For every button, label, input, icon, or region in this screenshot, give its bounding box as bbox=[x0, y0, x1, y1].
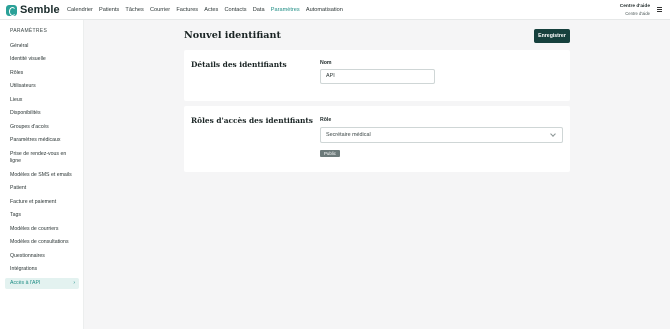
save-button[interactable]: Enregistrer bbox=[534, 29, 570, 43]
sidebar-item-disponibilites[interactable]: Disponibilités bbox=[5, 110, 79, 117]
sidebar-item-utilisateurs[interactable]: Utilisateurs bbox=[5, 83, 79, 90]
sidebar-item-acces-api[interactable]: Accès à l'API › bbox=[5, 278, 79, 289]
sidebar-item-modeles-consultations[interactable]: Modèles de consultations bbox=[5, 239, 79, 246]
nav-item-courrier[interactable]: Courrier bbox=[150, 7, 170, 13]
sidebar-item-prise-rdv-line2[interactable]: ligne bbox=[5, 158, 79, 165]
sidebar-item-modeles-sms[interactable]: Modèles de SMS et emails bbox=[5, 172, 79, 179]
sidebar-item-general[interactable]: Général bbox=[5, 43, 79, 50]
sidebar-item-questionnaires[interactable]: Questionnaires bbox=[5, 253, 79, 260]
role-select[interactable]: Secrétaire médical bbox=[320, 127, 563, 143]
credential-details-card: Détails des identifiants Nom API bbox=[184, 50, 570, 101]
nav-item-data[interactable]: Data bbox=[253, 7, 265, 13]
name-input[interactable]: API bbox=[320, 69, 435, 84]
role-select-value: Secrétaire médical bbox=[326, 132, 371, 138]
public-badge: Public bbox=[320, 150, 340, 157]
name-field-label: Nom bbox=[320, 60, 332, 66]
sidebar-item-roles[interactable]: Rôles bbox=[5, 70, 79, 77]
semble-logo-icon bbox=[6, 4, 17, 16]
brand-logo[interactable]: Semble bbox=[6, 3, 60, 17]
sidebar-item-patient[interactable]: Patient bbox=[5, 185, 79, 192]
sidebar-item-integrations[interactable]: Intégrations bbox=[5, 266, 79, 273]
settings-sidebar: PARAMÈTRES Général Identité visuelle Rôl… bbox=[0, 20, 84, 329]
hamburger-menu-icon[interactable] bbox=[657, 7, 662, 12]
sidebar-item-tags[interactable]: Tags bbox=[5, 212, 79, 219]
help-center-link[interactable]: Centre d'aide Centre d'aide bbox=[620, 4, 650, 16]
chevron-right-icon: › bbox=[73, 280, 75, 286]
details-section-title: Détails des identifiants bbox=[191, 60, 287, 69]
nav-item-factures[interactable]: Factures bbox=[176, 7, 198, 13]
nav-item-patients[interactable]: Patients bbox=[99, 7, 119, 13]
role-field-label: Rôle bbox=[320, 117, 332, 123]
sidebar-item-lieux[interactable]: Lieux bbox=[5, 97, 79, 104]
brand-name: Semble bbox=[20, 4, 60, 16]
main-nav: Calendrier Patients Tâches Courrier Fact… bbox=[67, 0, 349, 20]
nav-item-contacts[interactable]: Contacts bbox=[224, 7, 246, 13]
nav-item-parametres[interactable]: Paramètres bbox=[271, 7, 300, 13]
help-center-title: Centre d'aide bbox=[619, 4, 650, 9]
roles-section-title: Rôles d'accès des identifiants bbox=[191, 116, 313, 125]
sidebar-item-parametres-medicaux[interactable]: Paramètres médicaux bbox=[5, 137, 79, 144]
page-title: Nouvel identifiant bbox=[184, 30, 281, 41]
sidebar-item-acces-api-label: Accès à l'API bbox=[10, 280, 41, 286]
nav-item-actes[interactable]: Actes bbox=[204, 7, 218, 13]
nav-item-taches[interactable]: Tâches bbox=[125, 7, 143, 13]
sidebar-title: PARAMÈTRES bbox=[10, 28, 48, 34]
nav-item-calendrier[interactable]: Calendrier bbox=[67, 7, 93, 13]
sidebar-item-prise-rdv-line1[interactable]: Prise de rendez-vous en bbox=[5, 151, 79, 158]
top-bar: Semble Calendrier Patients Tâches Courri… bbox=[0, 0, 670, 20]
sidebar-item-identite-visuelle[interactable]: Identité visuelle bbox=[5, 56, 79, 63]
sidebar-item-modeles-courriers[interactable]: Modèles de courriers bbox=[5, 226, 79, 233]
credential-roles-card: Rôles d'accès des identifiants Rôle Secr… bbox=[184, 106, 570, 172]
sidebar-item-facture-paiement[interactable]: Facture et paiement bbox=[5, 199, 79, 206]
nav-item-automatisation[interactable]: Automatisation bbox=[306, 7, 343, 13]
help-center-subtitle: Centre d'aide bbox=[625, 11, 650, 16]
sidebar-item-groupes-acces[interactable]: Groupes d'accès bbox=[5, 124, 79, 131]
chevron-down-icon bbox=[550, 131, 556, 137]
